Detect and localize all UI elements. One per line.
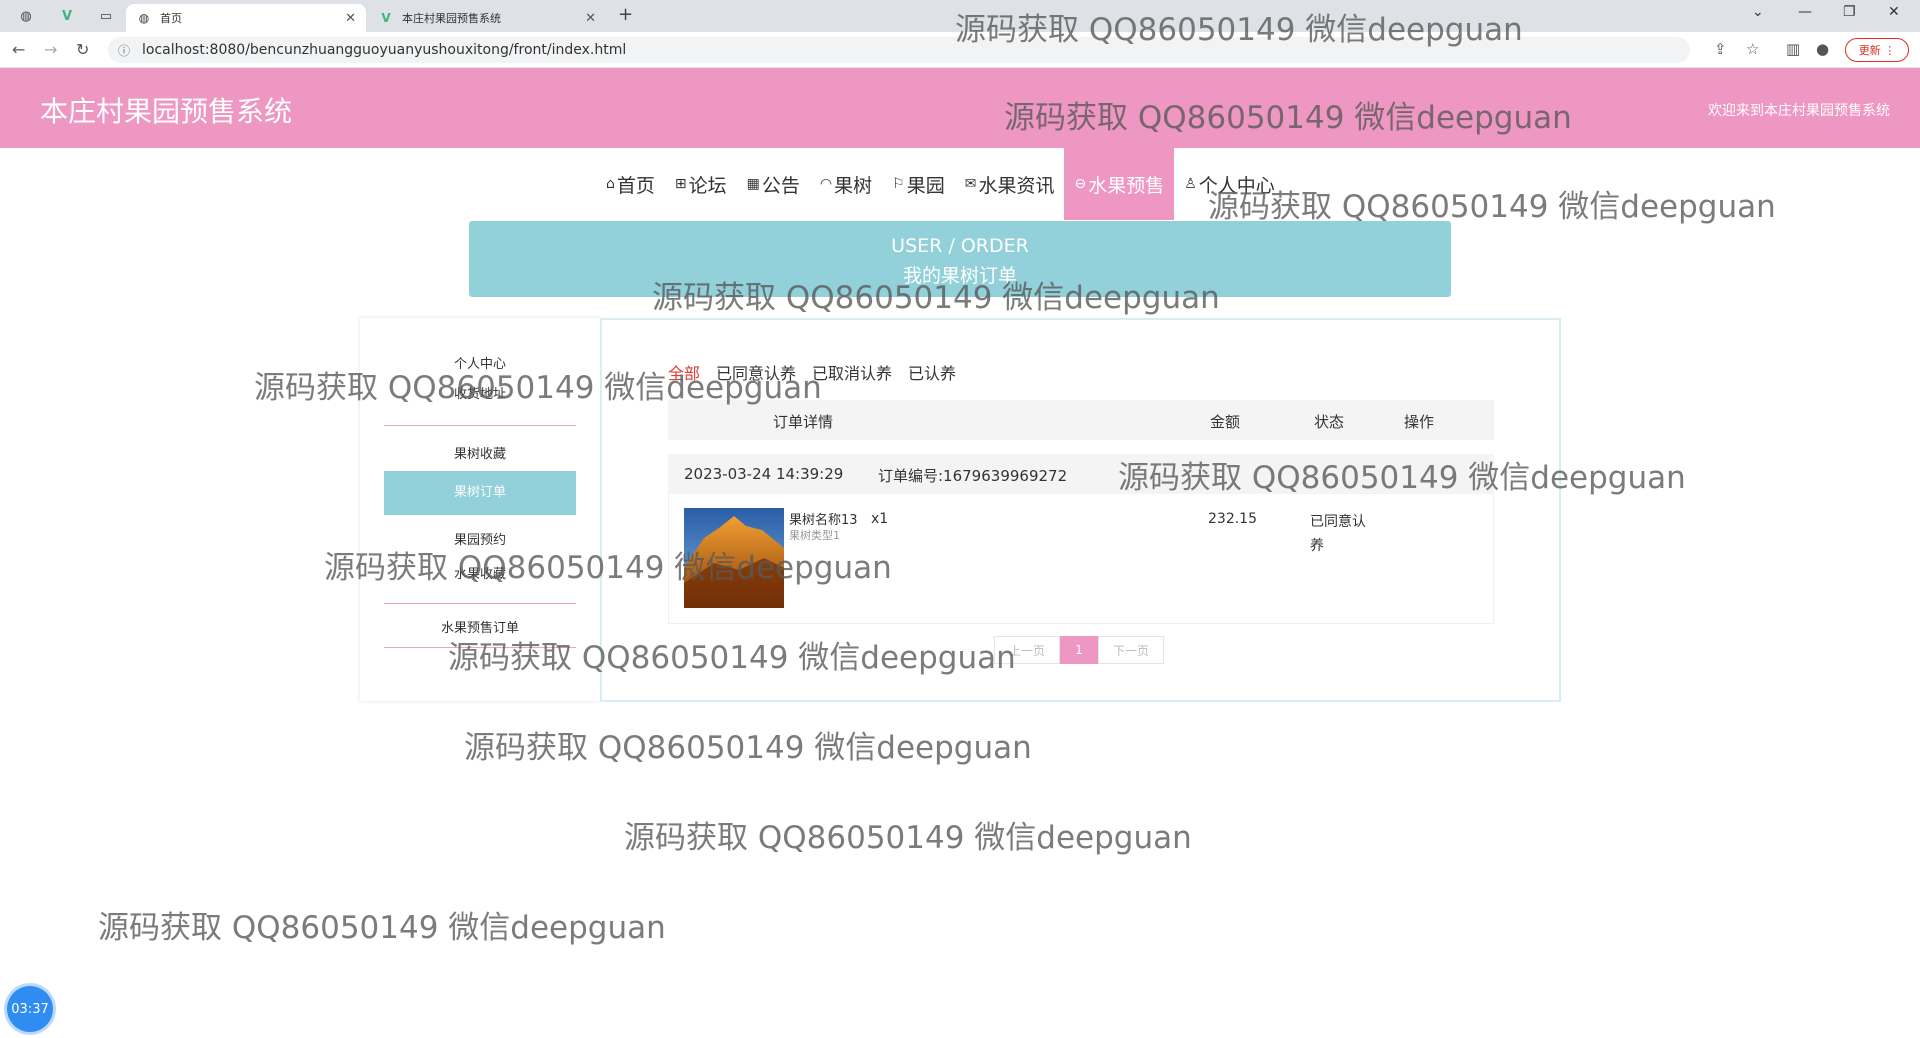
watermark: 源码获取 QQ86050149 微信deepguan: [1118, 460, 1686, 496]
reload-icon[interactable]: ↻: [76, 40, 89, 59]
nav-label: 首页: [616, 174, 655, 197]
tab-system[interactable]: V 本庄村果园预售系统 ✕: [368, 4, 606, 32]
profile-icon[interactable]: ●: [1816, 40, 1829, 58]
forum-icon: ⊞: [674, 176, 687, 192]
nav-label: 水果预售: [1088, 174, 1165, 197]
pagination: 上一页 1 下一页: [994, 636, 1164, 664]
main-nav: ⌂ 首页 ⊞ 论坛 ▦ 公告 ◠ 果树 ⚐ 果园 ✉ 水果资讯 ⊖ 水果预售 ♙ 个人中心: [596, 148, 1285, 220]
nav-news[interactable]: ✉ 水果资讯: [955, 148, 1065, 220]
nav-label: 水果资讯: [978, 174, 1055, 197]
back-icon[interactable]: ←: [12, 40, 25, 59]
product-type: 果树类型1: [789, 529, 840, 542]
flag-icon: ⚐: [892, 176, 905, 192]
watermark: 源码获取 QQ86050149 微信deepguan: [324, 550, 892, 586]
nav-notice[interactable]: ▦ 公告: [737, 148, 810, 220]
info-icon[interactable]: ⓘ: [118, 42, 130, 59]
sidebar-icon[interactable]: ▥: [1786, 40, 1800, 58]
home-icon: ⌂: [606, 176, 615, 192]
order-status-line2: 养: [1310, 538, 1324, 554]
watermark: 源码获取 QQ86050149 微信deepguan: [464, 730, 1032, 766]
header-status: 状态: [1314, 413, 1345, 431]
close-window-icon[interactable]: ✕: [1888, 4, 1900, 20]
url-text: localhost:8080/bencunzhuangguoyuanyushou…: [142, 42, 627, 58]
product-qty: x1: [871, 511, 889, 527]
watermark: 源码获取 QQ86050149 微信deepguan: [624, 820, 1192, 856]
restore-icon[interactable]: ❐: [1843, 4, 1856, 20]
new-tab-button[interactable]: +: [618, 4, 633, 25]
filter-cancelled[interactable]: 已取消认养: [812, 360, 892, 384]
user-icon: ♙: [1184, 176, 1197, 192]
banner-title-en: USER / ORDER: [891, 235, 1029, 257]
watermark: 源码获取 QQ86050149 微信deepguan: [955, 12, 1523, 48]
update-button[interactable]: 更新 ⋮: [1845, 38, 1909, 62]
watermark: 源码获取 QQ86050149 微信deepguan: [98, 910, 666, 946]
watermark: 源码获取 QQ86050149 微信deepguan: [1208, 189, 1776, 225]
notice-icon: ▦: [746, 176, 760, 192]
nav-presale[interactable]: ⊖ 水果预售: [1064, 148, 1175, 220]
order-time: 2023-03-24 14:39:29: [684, 465, 844, 483]
order-status-line1: 已同意认: [1310, 514, 1366, 530]
site-header: 本庄村果园预售系统 欢迎来到本庄村果园预售系统: [0, 68, 1920, 148]
nav-label: 论坛: [688, 174, 727, 197]
mail-icon: ✉: [964, 176, 977, 192]
vue-icon[interactable]: V: [55, 4, 79, 28]
header-amount: 金额: [1210, 413, 1241, 431]
site-title: 本庄村果园预售系统: [40, 95, 293, 128]
nav-orchard[interactable]: ⚐ 果园: [882, 148, 955, 220]
nav-forum[interactable]: ⊞ 论坛: [665, 148, 737, 220]
header-action: 操作: [1404, 413, 1435, 431]
update-label: 更新: [1858, 44, 1881, 57]
minimize-icon[interactable]: —: [1798, 4, 1812, 20]
nav-label: 果树: [834, 174, 873, 197]
nav-tree[interactable]: ◠ 果树: [810, 148, 882, 220]
header-detail: 订单详情: [773, 413, 834, 431]
watermark: 源码获取 QQ86050149 微信deepguan: [1004, 100, 1572, 136]
watermark: 源码获取 QQ86050149 微信deepguan: [254, 370, 822, 406]
watermark: 源码获取 QQ86050149 微信deepguan: [448, 640, 1016, 676]
tree-icon: ◠: [819, 176, 833, 192]
recording-timer-badge[interactable]: 03:37: [7, 986, 53, 1032]
tab-home[interactable]: ◍ 首页 ✕: [126, 4, 366, 32]
order-number: 订单编号:1679639969272: [878, 467, 1068, 485]
nav-label: 果园: [906, 174, 945, 197]
vue-icon: V: [381, 11, 391, 25]
share-icon[interactable]: ⇪: [1714, 40, 1727, 58]
close-icon[interactable]: ✕: [585, 11, 596, 26]
blank-page-icon[interactable]: ▭: [94, 4, 118, 28]
nav-home[interactable]: ⌂ 首页: [596, 148, 665, 220]
product-name: 果树名称13: [789, 513, 858, 528]
page-number-button[interactable]: 1: [1060, 636, 1098, 664]
filter-adopted[interactable]: 已认养: [908, 360, 956, 384]
globe-icon[interactable]: ◍: [14, 4, 38, 28]
sidebar-item-tree-orders[interactable]: 果树订单: [384, 471, 576, 515]
nav-label: 公告: [761, 174, 800, 197]
sidebar-item-tree-favorites[interactable]: 果树收藏: [384, 440, 576, 470]
tab-label: 本庄村果园预售系统: [402, 12, 501, 25]
star-icon[interactable]: ☆: [1746, 40, 1759, 58]
tab-label: 首页: [160, 12, 182, 25]
presale-icon: ⊖: [1074, 176, 1087, 192]
order-amount: 232.15: [1208, 511, 1257, 527]
forward-icon[interactable]: →: [44, 40, 57, 59]
watermark: 源码获取 QQ86050149 微信deepguan: [652, 280, 1220, 316]
welcome-text: 欢迎来到本庄村果园预售系统: [1708, 103, 1890, 119]
next-page-button[interactable]: 下一页: [1098, 636, 1164, 664]
globe-icon: ◍: [138, 11, 150, 25]
close-icon[interactable]: ✕: [345, 11, 356, 26]
chevron-down-icon[interactable]: ⌄: [1752, 4, 1764, 20]
